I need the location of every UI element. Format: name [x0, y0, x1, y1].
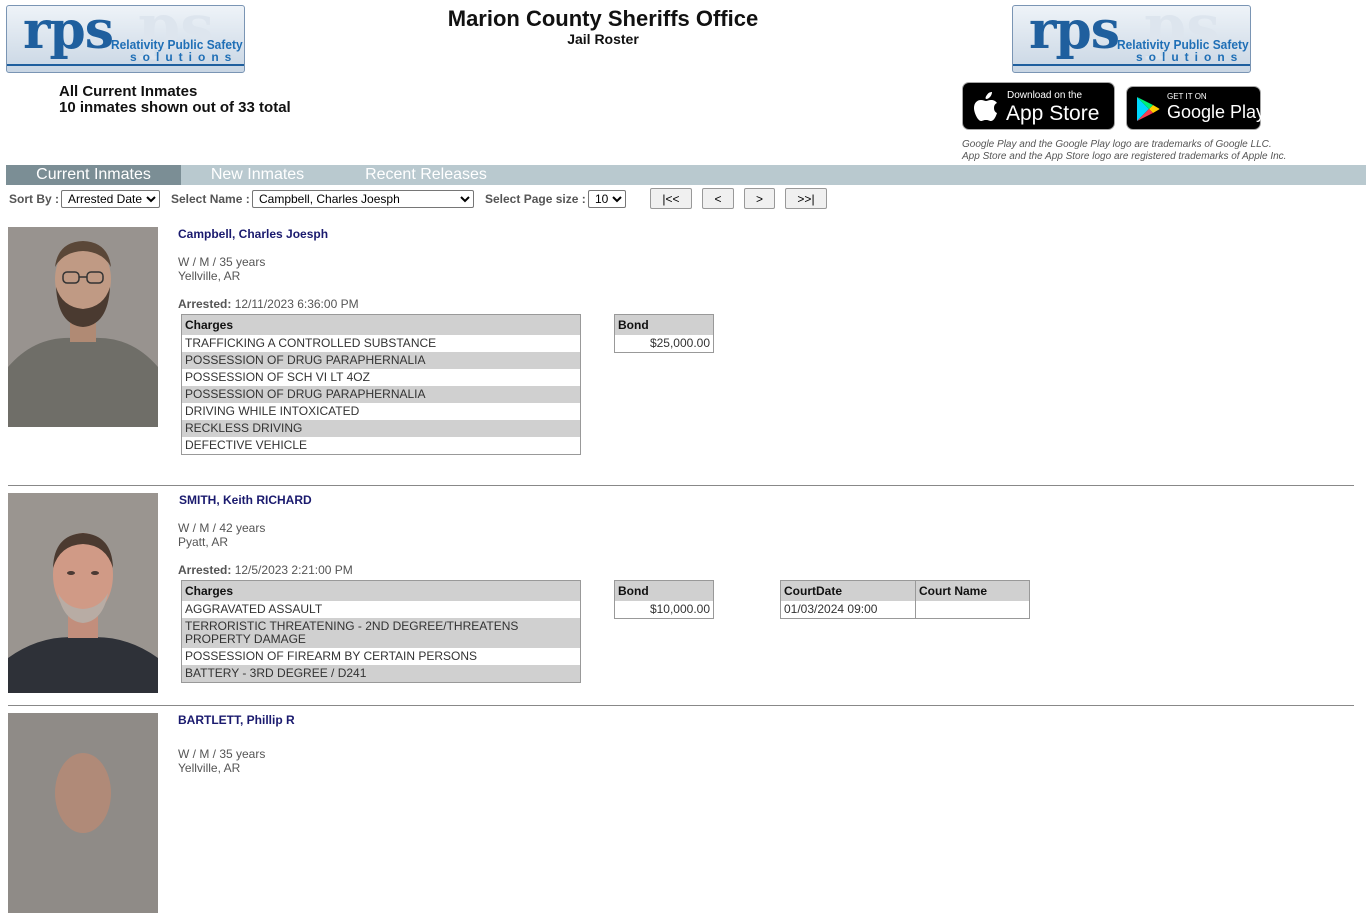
bond-amount: $10,000.00: [614, 601, 714, 619]
app-store-name: App Store: [1006, 102, 1100, 125]
inmate-photo[interactable]: [8, 493, 158, 693]
inmate-name[interactable]: BARTLETT, Phillip R: [178, 713, 295, 727]
court-name-header: Court Name: [915, 580, 1030, 601]
charges-table: Charges AGGRAVATED ASSAULT TERRORISTIC T…: [181, 580, 581, 683]
next-page-button[interactable]: >: [744, 188, 775, 209]
mugshot-image: [8, 713, 158, 913]
google-play-small: GET IT ON: [1167, 92, 1207, 101]
mugshot-image: [8, 227, 158, 427]
google-play-badge[interactable]: GET IT ON Google Play: [1126, 86, 1265, 130]
charges-header: Charges: [181, 314, 581, 335]
charges-header: Charges: [181, 580, 581, 601]
inmate-summary: All Current Inmates 10 inmates shown out…: [59, 84, 291, 116]
court-date-header: CourtDate: [780, 580, 916, 601]
arrest-info: Arrested: 12/11/2023 6:36:00 PM: [178, 297, 359, 311]
arrested-label: Arrested:: [178, 297, 232, 311]
bond-header: Bond: [614, 580, 714, 601]
inmate-demographics: W / M / 35 years: [178, 255, 266, 269]
select-name-label: Select Name :: [171, 192, 250, 206]
charge-row: DRIVING WHILE INTOXICATED: [181, 403, 581, 420]
court-name-value: [915, 601, 1030, 619]
sort-by-label: Sort By :: [9, 192, 60, 206]
inmate-city: Yellville, AR: [178, 761, 241, 775]
bond-table: Bond $10,000.00: [614, 580, 714, 619]
inmate-info: W / M / 35 years Yellville, AR: [178, 747, 265, 775]
charge-row: POSSESSION OF SCH VI LT 4OZ: [181, 369, 581, 386]
disclaimer-apple: App Store and the App Store logo are reg…: [962, 151, 1287, 162]
arrested-date: 12/5/2023 2:21:00 PM: [234, 563, 353, 577]
google-play-name: Google Play: [1167, 102, 1266, 122]
inmate-demographics: W / M / 42 years: [178, 521, 266, 535]
disclaimer-google: Google Play and the Google Play logo are…: [962, 139, 1272, 150]
court-table: CourtDate Court Name 01/03/2024 09:00: [780, 580, 1030, 619]
page-subtitle: Jail Roster: [567, 31, 639, 47]
charge-row: POSSESSION OF FIREARM BY CERTAIN PERSONS: [181, 648, 581, 665]
prev-page-button[interactable]: <: [702, 188, 734, 209]
logo-line2: solutions: [1136, 50, 1244, 64]
last-page-button[interactable]: >>|: [785, 188, 827, 209]
tab-recent-releases[interactable]: Recent Releases: [356, 165, 496, 185]
arrested-label: Arrested:: [178, 563, 232, 577]
google-play-icon: [1137, 97, 1160, 121]
bond-table: Bond $25,000.00: [614, 314, 714, 353]
record-divider: [8, 485, 1354, 486]
bond-header: Bond: [614, 314, 714, 335]
tab-bar: Current Inmates New Inmates Recent Relea…: [6, 165, 1366, 185]
inmate-info: W / M / 42 years Pyatt, AR: [178, 521, 265, 549]
inmate-photo[interactable]: [8, 713, 158, 913]
summary-line-2: 10 inmates shown out of 33 total: [59, 99, 291, 116]
page-size-select[interactable]: 10: [588, 190, 626, 208]
charge-row: DEFECTIVE VEHICLE: [181, 437, 581, 455]
inmate-demographics: W / M / 35 years: [178, 747, 266, 761]
arrested-date: 12/11/2023 6:36:00 PM: [234, 297, 359, 311]
logo-rule: [1013, 64, 1250, 66]
logo-rule: [7, 64, 244, 66]
inmate-city: Pyatt, AR: [178, 535, 229, 549]
page-title: Marion County Sheriffs Office: [447, 6, 759, 31]
apple-icon: [974, 92, 997, 121]
tab-current-inmates[interactable]: Current Inmates: [6, 165, 181, 185]
record-divider: [8, 705, 1354, 706]
court-date-value: 01/03/2024 09:00: [780, 601, 916, 619]
mugshot-image: [8, 493, 158, 693]
charge-row: POSSESSION OF DRUG PARAPHERNALIA: [181, 386, 581, 403]
app-store-badge[interactable]: Download on the App Store: [962, 82, 1115, 130]
logo-line2: solutions: [130, 50, 238, 64]
inmate-city: Yellville, AR: [178, 269, 241, 283]
inmate-name[interactable]: SMITH, Keith RICHARD: [179, 493, 312, 507]
charge-row: RECKLESS DRIVING: [181, 420, 581, 437]
app-store-small: Download on the: [1007, 90, 1083, 101]
charges-table: Charges TRAFFICKING A CONTROLLED SUBSTAN…: [181, 314, 581, 455]
select-name-select[interactable]: Campbell, Charles Joesph: [252, 190, 474, 208]
arrest-info: Arrested: 12/5/2023 2:21:00 PM: [178, 563, 353, 577]
charge-row: AGGRAVATED ASSAULT: [181, 601, 581, 618]
charge-row: TRAFFICKING A CONTROLLED SUBSTANCE: [181, 335, 581, 352]
charge-row: POSSESSION OF DRUG PARAPHERNALIA: [181, 352, 581, 369]
charge-row: BATTERY - 3RD DEGREE / D241: [181, 665, 581, 683]
summary-line-1: All Current Inmates: [59, 83, 198, 100]
sort-by-select[interactable]: Arrested Date: [61, 190, 160, 208]
inmate-photo[interactable]: [8, 227, 158, 427]
bond-amount: $25,000.00: [614, 335, 714, 353]
tab-new-inmates[interactable]: New Inmates: [184, 165, 331, 185]
charge-row: TERRORISTIC THREATENING - 2ND DEGREE/THR…: [181, 618, 581, 648]
page-size-label: Select Page size :: [485, 192, 586, 206]
inmate-name[interactable]: Campbell, Charles Joesph: [178, 227, 328, 241]
inmate-info: W / M / 35 years Yellville, AR: [178, 255, 265, 283]
trademark-disclaimer: Google Play and the Google Play logo are…: [962, 139, 1286, 163]
first-page-button[interactable]: |<<: [650, 188, 692, 209]
